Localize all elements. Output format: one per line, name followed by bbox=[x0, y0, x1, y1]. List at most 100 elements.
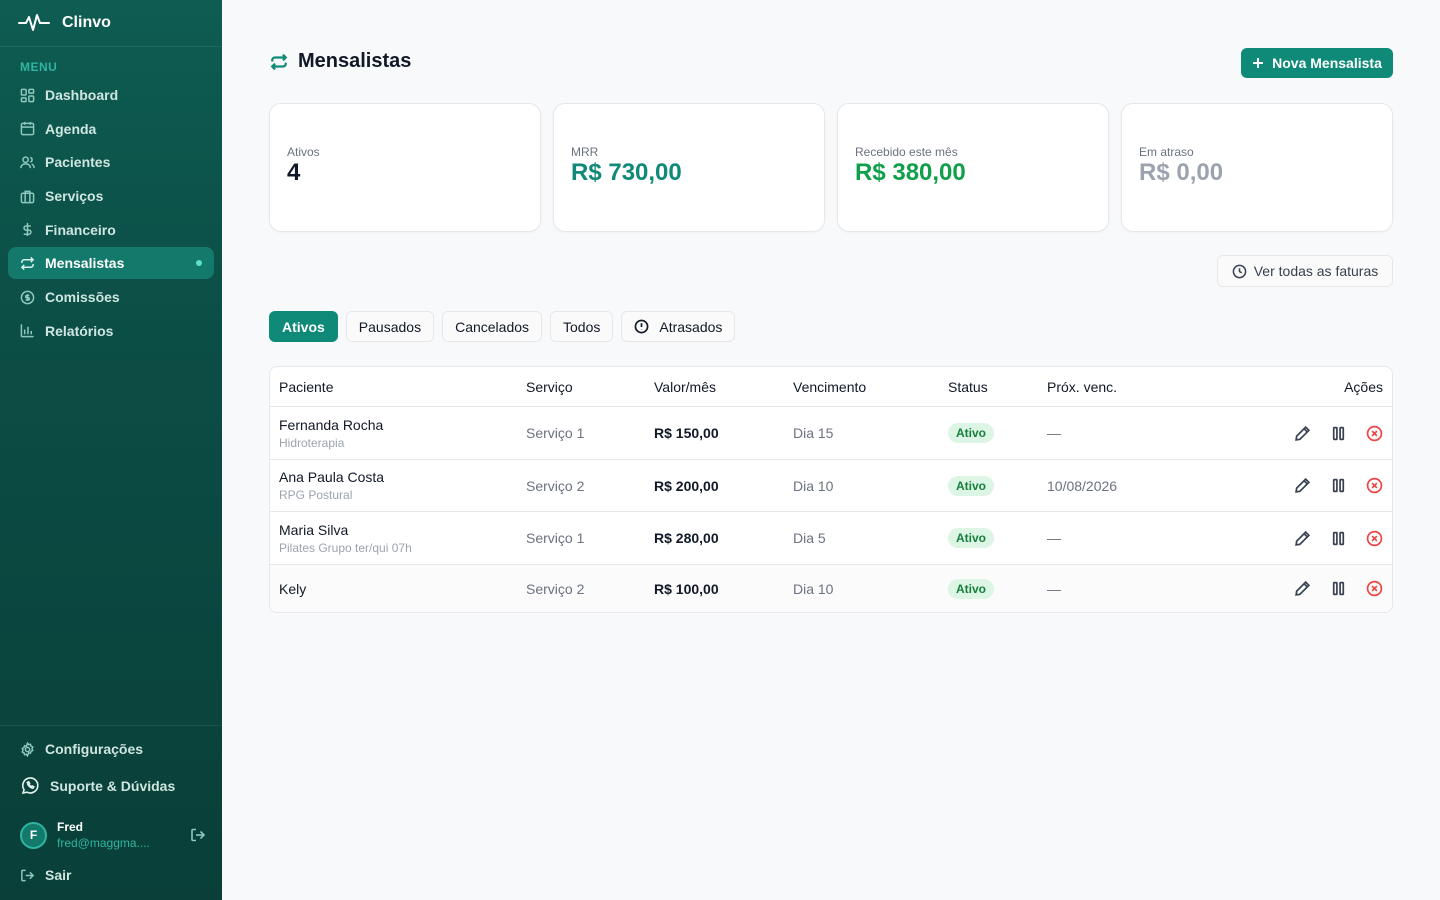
sidebar-item-relatorios[interactable]: Relatórios bbox=[8, 315, 214, 347]
cancel-circle-icon[interactable] bbox=[1366, 530, 1383, 547]
status-badge: Ativo bbox=[948, 528, 994, 548]
value-cell: R$ 150,00 bbox=[654, 425, 719, 441]
sidebar-item-label: Financeiro bbox=[45, 221, 116, 238]
actions-cell bbox=[1247, 477, 1392, 494]
value-cell: R$ 200,00 bbox=[654, 477, 719, 494]
table-row[interactable]: Kely Serviço 2 R$ 100,00 Dia 10 Ativo — bbox=[270, 565, 1392, 612]
status-cell: Ativo bbox=[948, 423, 1047, 443]
sidebar-item-servicos[interactable]: Serviços bbox=[8, 180, 214, 212]
stat-value: 4 bbox=[287, 159, 301, 186]
stat-card-em-atraso: Em atraso R$ 0,00 bbox=[1121, 103, 1393, 232]
plus-icon bbox=[1253, 58, 1264, 68]
next-due-cell: 10/08/2026 bbox=[1047, 477, 1118, 494]
clock-icon bbox=[1232, 264, 1247, 278]
sidebar: Clinvo MENU Dashboard Agenda Pacientes S… bbox=[0, 0, 222, 900]
patient-name: Kely bbox=[279, 580, 307, 597]
user-email: fred@maggma.... bbox=[57, 836, 150, 850]
view-invoices-button[interactable]: Ver todas as faturas bbox=[1217, 255, 1393, 287]
support-label: Suporte & Dúvidas bbox=[50, 778, 176, 794]
logout-icon[interactable] bbox=[190, 827, 206, 843]
user-profile[interactable]: F Fred fred@maggma.... bbox=[20, 820, 210, 850]
main-content: Mensalistas Nova Mensalista Ativos 4 MRR… bbox=[222, 0, 1440, 900]
col-header-servico[interactable]: Serviço bbox=[526, 379, 654, 395]
sidebar-nav: Dashboard Agenda Pacientes Serviços Fina… bbox=[8, 79, 214, 349]
pause-icon[interactable] bbox=[1330, 580, 1347, 597]
sidebar-item-agenda[interactable]: Agenda bbox=[8, 113, 214, 145]
settings-link[interactable]: Configurações bbox=[20, 741, 143, 757]
sidebar-item-pacientes[interactable]: Pacientes bbox=[8, 146, 214, 178]
stats-row: Ativos 4 MRR R$ 730,00 Recebido este mês… bbox=[269, 103, 1393, 232]
support-link[interactable]: Suporte & Dúvidas bbox=[20, 776, 175, 796]
patient-plan: Hidroterapia bbox=[279, 435, 345, 450]
menu-section-label: MENU bbox=[20, 60, 58, 74]
user-name: Fred bbox=[57, 820, 84, 834]
status-cell: Ativo bbox=[948, 528, 1047, 548]
tab-todos[interactable]: Todos bbox=[550, 311, 614, 342]
repeat-icon bbox=[270, 53, 288, 70]
filter-tabs: Ativos Pausados Cancelados Todos Atrasad… bbox=[269, 311, 736, 342]
tab-ativos[interactable]: Ativos bbox=[269, 311, 338, 342]
service-cell: Serviço 1 bbox=[526, 530, 585, 546]
tab-cancelados[interactable]: Cancelados bbox=[442, 311, 543, 342]
service-cell: Serviço 2 bbox=[526, 477, 585, 494]
col-header-status[interactable]: Status bbox=[948, 379, 1047, 395]
stat-value: R$ 380,00 bbox=[855, 159, 966, 186]
status-cell: Ativo bbox=[948, 475, 1047, 496]
stat-value: R$ 0,00 bbox=[1139, 159, 1224, 186]
stat-label: MRR bbox=[571, 145, 599, 159]
patient-plan: Pilates Grupo ter/qui 07h bbox=[279, 540, 412, 555]
status-badge: Ativo bbox=[948, 475, 994, 496]
col-header-valor[interactable]: Valor/mês bbox=[654, 379, 793, 395]
stat-value: R$ 730,00 bbox=[571, 159, 682, 186]
pause-icon[interactable] bbox=[1330, 425, 1347, 442]
patient-cell: Maria Silva Pilates Grupo ter/qui 07h bbox=[270, 522, 526, 555]
patient-name: Fernanda Rocha bbox=[279, 416, 384, 433]
logout-link[interactable]: Sair bbox=[20, 867, 71, 883]
col-header-paciente[interactable]: Paciente bbox=[270, 379, 526, 395]
next-due-cell: — bbox=[1047, 580, 1061, 597]
service-cell: Serviço 2 bbox=[526, 580, 585, 597]
logout-label: Sair bbox=[45, 867, 72, 883]
edit-icon[interactable] bbox=[1294, 477, 1311, 494]
stat-label: Em atraso bbox=[1139, 145, 1194, 159]
sidebar-item-financeiro[interactable]: Financeiro bbox=[8, 214, 214, 246]
page-header: Mensalistas bbox=[270, 50, 411, 73]
edit-icon[interactable] bbox=[1294, 580, 1311, 597]
cancel-circle-icon[interactable] bbox=[1366, 580, 1383, 597]
due-cell: Dia 5 bbox=[793, 530, 826, 546]
cancel-circle-icon[interactable] bbox=[1366, 425, 1383, 442]
app-name: Clinvo bbox=[62, 14, 111, 31]
pause-icon[interactable] bbox=[1330, 477, 1347, 494]
repeat-icon bbox=[20, 256, 35, 271]
stat-card-ativos: Ativos 4 bbox=[269, 103, 541, 232]
edit-icon[interactable] bbox=[1294, 530, 1311, 547]
sidebar-item-dashboard[interactable]: Dashboard bbox=[8, 79, 214, 111]
table-row[interactable]: Ana Paula Costa RPG Postural Serviço 2 R… bbox=[270, 460, 1392, 512]
sidebar-item-comissoes[interactable]: Comissões bbox=[8, 281, 214, 313]
tab-pausados[interactable]: Pausados bbox=[345, 311, 435, 342]
col-header-vencimento[interactable]: Vencimento bbox=[793, 379, 948, 395]
tab-atrasados[interactable]: Atrasados bbox=[621, 311, 736, 342]
users-icon bbox=[20, 156, 35, 169]
actions-cell bbox=[1247, 580, 1392, 597]
table-row[interactable]: Maria Silva Pilates Grupo ter/qui 07h Se… bbox=[270, 512, 1392, 565]
due-cell: Dia 10 bbox=[793, 477, 834, 494]
actions-cell bbox=[1247, 425, 1392, 442]
table-row[interactable]: Fernanda Rocha Hidroterapia Serviço 1 R$… bbox=[270, 407, 1392, 460]
patient-cell: Fernanda Rocha Hidroterapia bbox=[270, 417, 526, 450]
dollar-icon bbox=[23, 223, 32, 237]
cancel-circle-icon[interactable] bbox=[1366, 477, 1383, 494]
col-header-prox-venc[interactable]: Próx. venc. bbox=[1047, 379, 1247, 395]
col-header-acoes: Ações bbox=[1344, 378, 1383, 395]
avatar: F bbox=[20, 821, 47, 849]
brand[interactable]: Clinvo bbox=[0, 0, 222, 47]
pause-icon[interactable] bbox=[1330, 530, 1347, 547]
briefcase-icon bbox=[20, 190, 35, 203]
user-info: Fred fred@maggma.... bbox=[57, 819, 150, 851]
edit-icon[interactable] bbox=[1294, 425, 1311, 442]
sidebar-item-mensalistas[interactable]: Mensalistas bbox=[8, 247, 214, 280]
page-title: Mensalistas bbox=[298, 50, 412, 72]
tab-label: Atrasados bbox=[659, 318, 723, 335]
sidebar-item-label: Serviços bbox=[45, 188, 104, 205]
new-mensalista-button[interactable]: Nova Mensalista bbox=[1241, 48, 1393, 78]
